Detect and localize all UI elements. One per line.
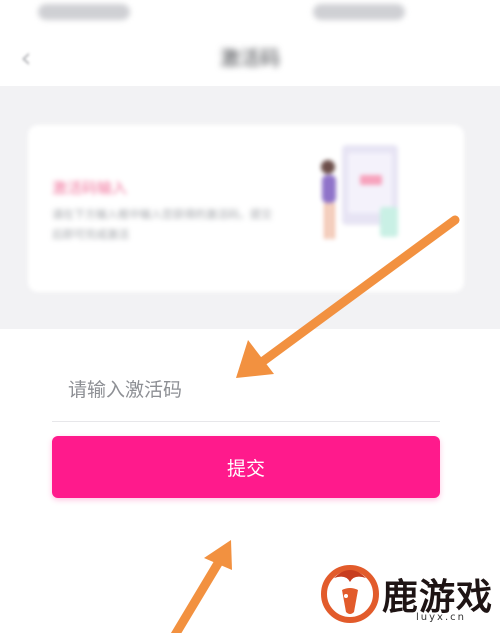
watermark-url: luyx.cn (416, 612, 466, 623)
banner-heading: 激活码输入 (52, 179, 128, 197)
page-title: 激活码 (220, 46, 280, 70)
activation-code-area (52, 360, 440, 422)
status-bar-indicators (313, 4, 405, 20)
status-bar-carrier (38, 4, 130, 20)
banner-illustration (321, 145, 398, 239)
deer-logo-icon (321, 565, 379, 623)
nav-bar: ‹ 激活码 (0, 30, 500, 86)
activation-code-input[interactable] (52, 360, 440, 420)
arrow-to-submit-icon (170, 540, 232, 633)
input-underline (52, 421, 440, 422)
banner-card: 激活码输入 请在下方输入框中输入您获得的激活码，提交后即可完成激活 (28, 125, 464, 292)
banner-description: 请在下方输入框中输入您获得的激活码，提交后即可完成激活 (52, 208, 272, 241)
status-bar (0, 0, 500, 30)
chevron-left-icon[interactable]: ‹ (14, 44, 38, 72)
watermark: 鹿游戏 luyx.cn (320, 560, 500, 630)
submit-button[interactable]: 提交 (52, 436, 440, 498)
